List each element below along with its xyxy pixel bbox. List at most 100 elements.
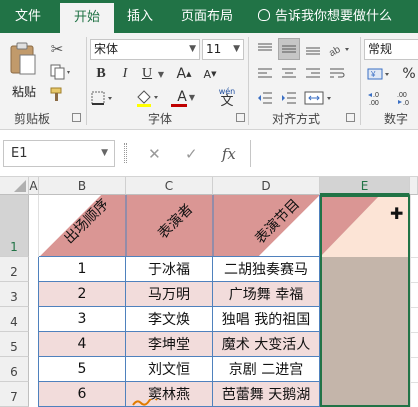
cell-c5[interactable]: 李坤堂 [126,332,213,357]
cell-d2[interactable]: 二胡独奏赛马 [213,257,320,282]
font-color-swatch [171,104,187,107]
percent-button[interactable]: % [400,64,418,84]
format-painter-button[interactable] [46,85,68,105]
cell-c6[interactable]: 刘文恒 [126,357,213,382]
worksheet-grid: A B C D E 1 2 3 4 5 6 7 出场顺序 表演者 表演节目 1 … [0,177,418,407]
italic-button[interactable]: I [116,64,134,84]
tab-home[interactable]: 开始 [60,3,114,33]
decrease-indent-button[interactable] [254,88,276,108]
align-right-button[interactable] [302,64,324,84]
increase-decimal-button[interactable]: .0.00 [366,88,390,108]
clipboard-group-label: 剪贴板 [14,112,51,126]
alignment-launcher-icon[interactable] [346,113,355,122]
gridline [410,382,418,383]
column-header-c[interactable]: C [126,177,213,195]
number-format-select[interactable]: 常规 [364,39,418,60]
cell-d5[interactable]: 魔术 大变活人 [213,332,320,357]
cell-c2[interactable]: 于冰福 [126,257,213,282]
gridline [38,195,39,257]
row-header-7[interactable]: 7 [0,382,29,407]
paste-button[interactable] [6,39,40,79]
resize-handle[interactable] [124,143,127,163]
enter-icon[interactable]: ✓ [185,145,198,163]
accounting-format-button[interactable]: ¥ [366,64,396,84]
paint-bucket-icon [137,90,158,107]
cell-d3[interactable]: 广场舞 幸福 [213,282,320,307]
grow-font-button[interactable]: A ▲ [174,64,194,84]
tab-file[interactable]: 文件 [6,0,50,33]
font-name-select[interactable]: 宋体 ▼ [90,39,200,60]
cell-d4[interactable]: 独唱 我的祖国 [213,307,320,332]
svg-text:ab: ab [327,44,343,57]
increase-decimal-icon: .0.00 [368,92,379,106]
clipboard-icon [10,42,36,75]
svg-text:.0: .0 [403,100,409,106]
name-box-value: E1 [11,146,28,161]
cell-cursor-icon: ✚ [390,204,404,223]
column-header-f[interactable] [410,177,418,195]
row-header-3[interactable]: 3 [0,282,29,307]
align-middle-button[interactable] [278,38,300,60]
cell-c3[interactable]: 马万明 [126,282,213,307]
clipboard-launcher-icon[interactable] [72,113,81,122]
cell-b7[interactable]: 6 [39,382,126,407]
paintbrush-icon [50,87,62,101]
align-left-button[interactable] [254,64,276,84]
font-name-value: 宋体 [94,42,119,56]
align-center-button[interactable] [278,64,300,84]
font-size-select[interactable]: 11 ▼ [202,39,244,60]
tell-me-box[interactable]: 告诉我你想要做什么 [258,0,392,33]
tab-page-layout[interactable]: 页面布局 [172,0,242,33]
formula-bar: E1 ▼ ✕ ✓ fx [0,131,418,177]
scissors-icon: ✂ [50,40,64,58]
decrease-decimal-icon: .00.0 [397,92,409,106]
cell-b3[interactable]: 2 [39,282,126,307]
cell-b5[interactable]: 4 [39,332,126,357]
orientation-button[interactable]: ab [326,39,352,59]
gridline [410,357,418,358]
borders-button[interactable] [90,88,116,108]
increase-indent-icon [282,92,296,104]
merge-center-button[interactable] [302,88,336,108]
cell-d6[interactable]: 京剧 二进宫 [213,357,320,382]
select-all-triangle-icon [14,180,26,192]
cell-d7[interactable]: 芭蕾舞 天鹅湖 [213,382,320,407]
underline-dropdown-icon[interactable]: ▼ [156,64,166,84]
align-left-icon [258,68,272,78]
align-bottom-button[interactable] [302,39,324,59]
cell-c4[interactable]: 李文焕 [126,307,213,332]
row-header-4[interactable]: 4 [0,307,29,332]
name-box[interactable]: E1 ▼ [3,140,115,167]
column-header-a[interactable]: A [29,177,39,195]
svg-text:.00: .00 [397,92,407,99]
row-header-1[interactable]: 1 [0,195,29,257]
cell-b6[interactable]: 5 [39,357,126,382]
select-all-corner[interactable] [0,177,29,195]
copy-button[interactable] [46,62,76,82]
increase-indent-button[interactable] [278,88,300,108]
font-color-button[interactable]: A ▼ [168,86,196,108]
cut-button[interactable]: ✂ [46,39,68,59]
cell-b4[interactable]: 3 [39,307,126,332]
formula-input[interactable] [250,140,418,167]
bold-button[interactable]: B [92,64,110,84]
column-header-e[interactable]: E [320,177,410,195]
tab-insert[interactable]: 插入 [118,0,162,33]
ribbon-separator [86,37,87,125]
cancel-icon[interactable]: ✕ [148,145,161,163]
font-launcher-icon[interactable] [236,113,245,122]
insert-function-icon[interactable]: fx [222,145,236,163]
align-top-button[interactable] [254,39,276,59]
cell-b2[interactable]: 1 [39,257,126,282]
phonetic-button[interactable]: wén 文 [210,85,244,109]
fill-color-button[interactable] [134,88,162,108]
underline-button[interactable]: U [138,64,156,84]
decrease-decimal-button[interactable]: .00.0 [394,88,418,108]
shrink-font-button[interactable]: A ▼ [200,64,220,84]
svg-text:.00: .00 [369,100,379,106]
row-header-6[interactable]: 6 [0,357,29,382]
chevron-down-icon: ▼ [188,93,195,102]
wrap-text-button[interactable] [326,64,348,84]
row-header-5[interactable]: 5 [0,332,29,357]
row-header-2[interactable]: 2 [0,257,29,282]
